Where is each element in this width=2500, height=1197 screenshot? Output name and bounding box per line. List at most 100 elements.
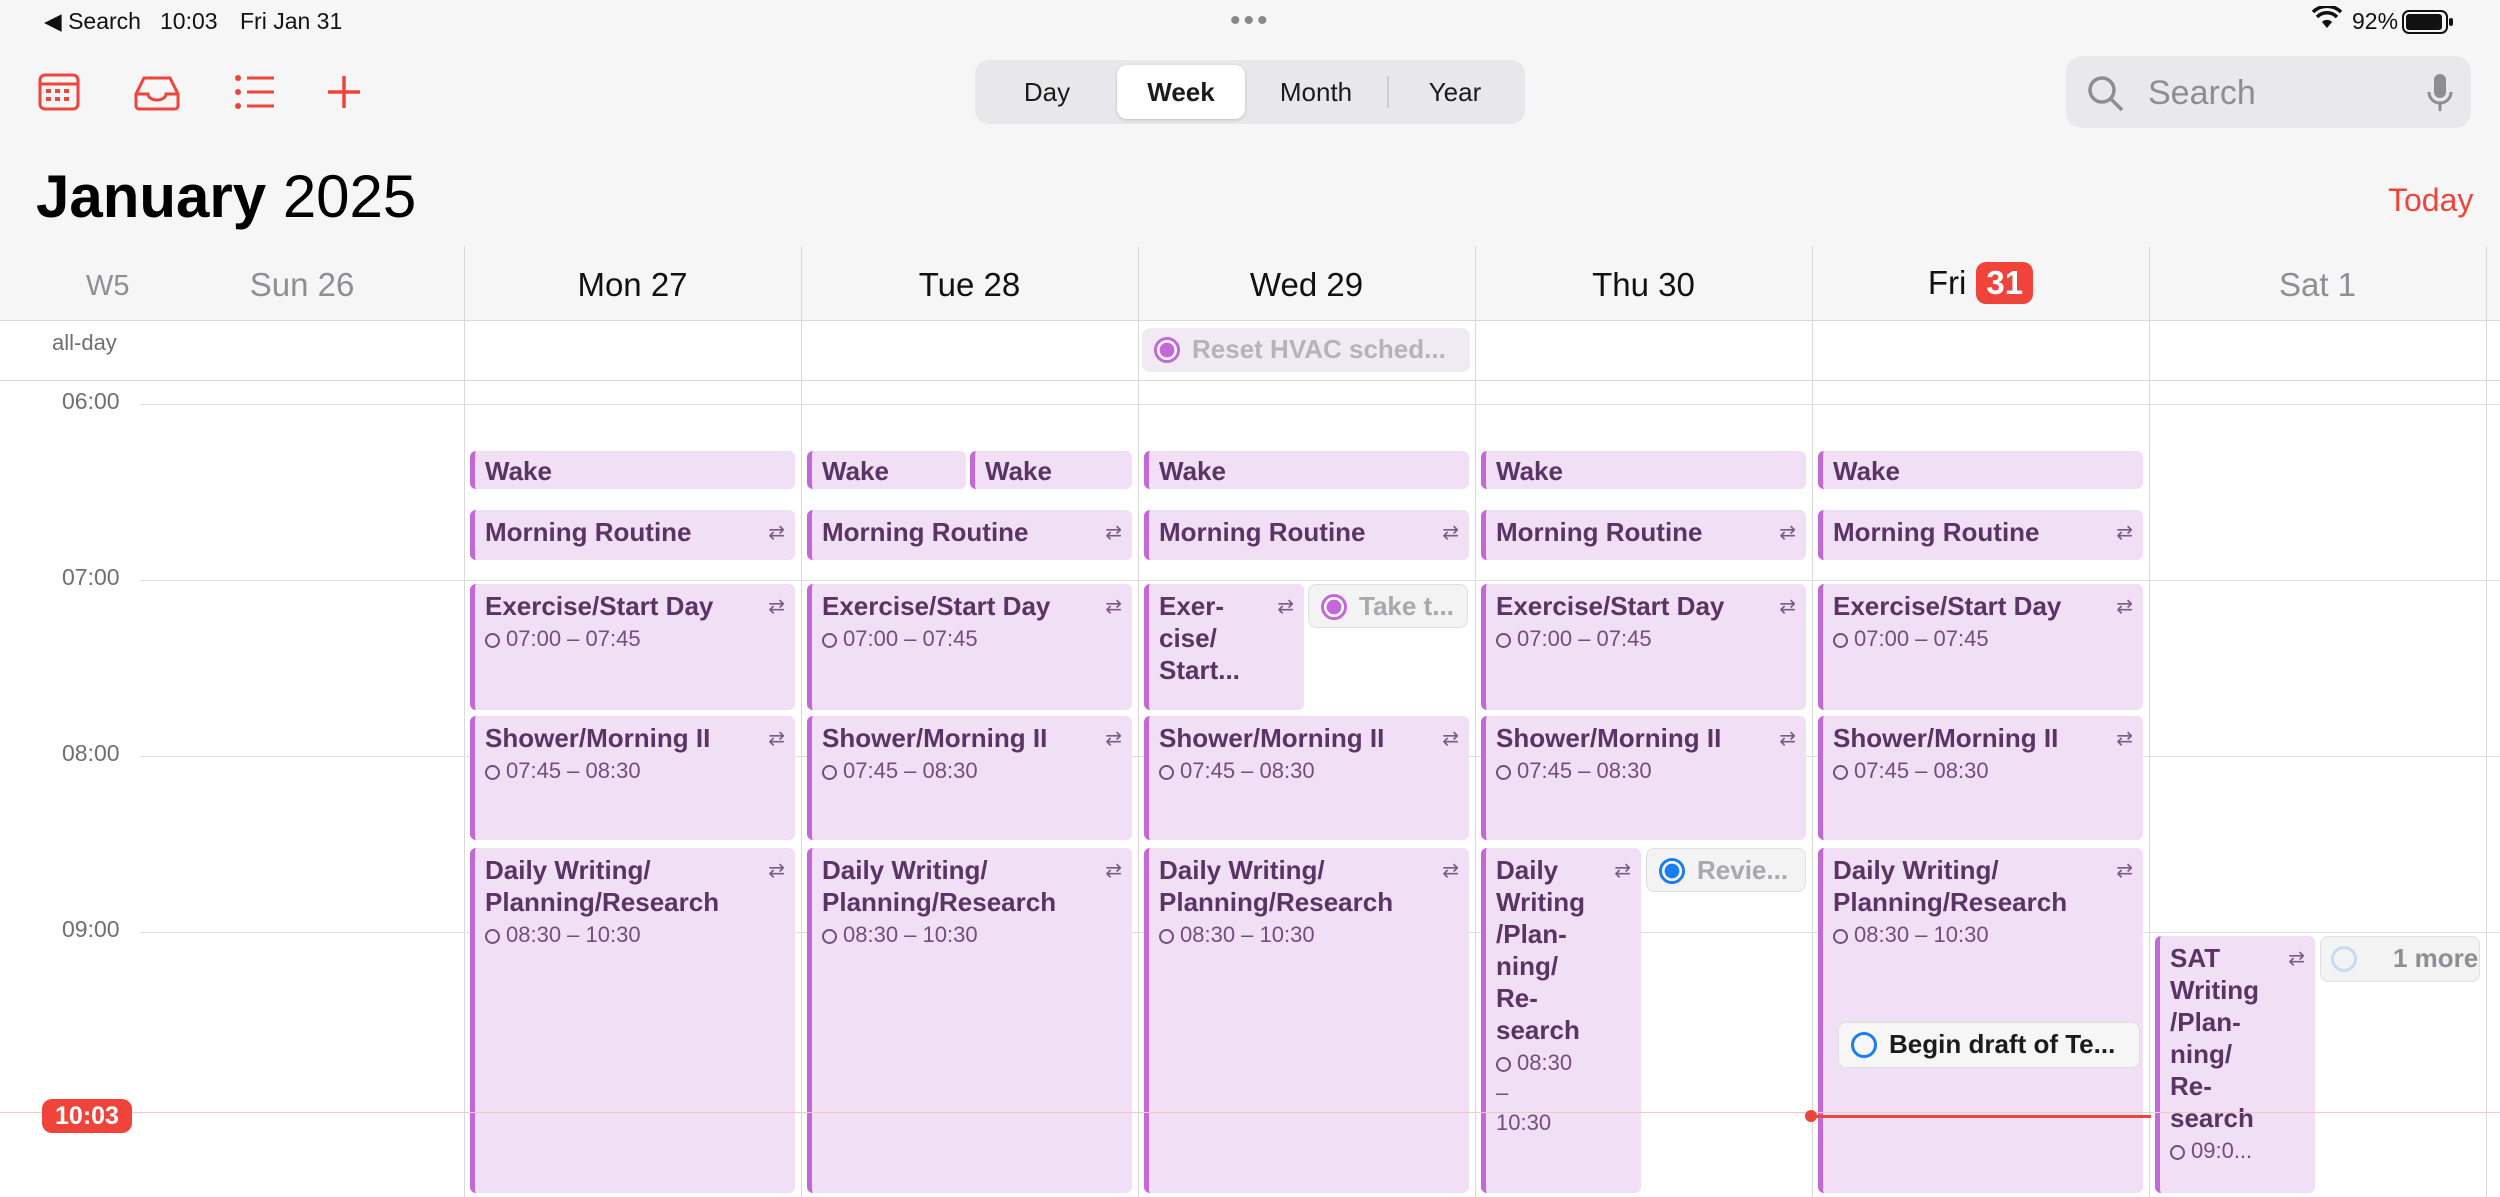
repeat-icon: ⇄	[2288, 948, 2305, 970]
day-header-wed[interactable]: Wed 29	[1138, 266, 1475, 304]
task-checkbox-icon[interactable]	[1851, 1032, 1877, 1058]
event-shower-thu[interactable]: Shower/Morning II 07:45 – 08:30 ⇄	[1481, 716, 1806, 840]
task-title: Revie...	[1697, 855, 1789, 885]
event-title: Exercise/Start Day	[822, 591, 1051, 621]
event-shower-fri[interactable]: Shower/Morning II 07:45 – 08:30 ⇄	[1818, 716, 2143, 840]
event-shower-wed[interactable]: Shower/Morning II 07:45 – 08:30 ⇄	[1144, 716, 1469, 840]
event-time: 08:30 – 10:30	[485, 920, 785, 950]
search-icon	[2086, 74, 2126, 119]
event-title: Daily Writing/ Planning/Research	[485, 855, 720, 917]
column-divider	[2149, 246, 2150, 1197]
search-input[interactable]: Search	[2148, 74, 2256, 113]
hour-line	[140, 580, 2500, 581]
repeat-icon: ⇄	[1442, 522, 1459, 544]
day-header-thu[interactable]: Thu 30	[1475, 266, 1812, 304]
microphone-icon[interactable]	[2426, 72, 2454, 119]
column-divider	[464, 246, 465, 1197]
event-writing-fri[interactable]: Daily Writing/ Planning/Research 08:30 – …	[1818, 848, 2143, 1193]
repeat-icon: ⇄	[2116, 728, 2133, 750]
event-sat-writing[interactable]: SAT Writing /Plan- ning/ Re- search 09:0.…	[2155, 936, 2315, 1193]
event-morning-fri[interactable]: Morning Routine ⇄	[1818, 510, 2143, 560]
day-header-tue[interactable]: Tue 28	[801, 266, 1138, 304]
repeat-icon: ⇄	[1277, 596, 1294, 618]
event-writing-thu[interactable]: Daily Writing /Plan- ning/ Re- search 08:…	[1481, 848, 1641, 1193]
current-time-badge: 10:03	[42, 1099, 132, 1133]
search-field[interactable]: Search	[2066, 56, 2471, 128]
repeat-icon: ⇄	[2116, 522, 2133, 544]
event-wake-fri[interactable]: Wake	[1818, 451, 2143, 489]
task-checkbox-icon[interactable]	[1154, 337, 1180, 363]
task-checkbox-icon[interactable]	[1659, 858, 1685, 884]
event-wake-tue-2[interactable]: Wake	[970, 451, 1132, 489]
multitask-dots-icon[interactable]: •••	[1230, 4, 1271, 38]
repeat-icon: ⇄	[1779, 728, 1796, 750]
title-month: January	[36, 163, 267, 230]
event-time: 07:45 – 08:30	[485, 756, 785, 786]
repeat-icon: ⇄	[1442, 860, 1459, 882]
repeat-icon: ⇄	[2116, 860, 2133, 882]
event-writing-tue[interactable]: Daily Writing/ Planning/Research 08:30 – …	[807, 848, 1132, 1193]
list-icon[interactable]	[232, 68, 280, 116]
event-time: 07:00 – 07:45	[1833, 624, 2133, 654]
day-header-mon[interactable]: Mon 27	[464, 266, 801, 304]
event-exercise-fri[interactable]: Exercise/Start Day 07:00 – 07:45 ⇄	[1818, 584, 2143, 710]
allday-task[interactable]: Reset HVAC sched...	[1142, 328, 1470, 372]
page-title: January 2025	[36, 162, 416, 231]
task-thu[interactable]: Revie...	[1646, 848, 1806, 892]
event-title: Exer- cise/ Start...	[1159, 591, 1240, 685]
event-shower-tue[interactable]: Shower/Morning II 07:45 – 08:30 ⇄	[807, 716, 1132, 840]
event-shower-mon[interactable]: Shower/Morning II 07:45 – 08:30 ⇄	[470, 716, 795, 840]
event-morning-thu[interactable]: Morning Routine ⇄	[1481, 510, 1806, 560]
event-title: Wake	[1496, 456, 1563, 486]
event-wake-thu[interactable]: Wake	[1481, 451, 1806, 489]
inbox-icon[interactable]	[132, 68, 180, 116]
event-morning-mon[interactable]: Morning Routine ⇄	[470, 510, 795, 560]
task-checkbox-icon[interactable]	[1321, 594, 1347, 620]
event-morning-tue[interactable]: Morning Routine ⇄	[807, 510, 1132, 560]
task-checkbox-icon[interactable]	[2331, 946, 2357, 972]
event-wake-wed[interactable]: Wake	[1144, 451, 1469, 489]
event-wake-tue[interactable]: Wake	[807, 451, 966, 489]
status-date: Fri Jan 31	[240, 8, 343, 34]
hour-label: 07:00	[62, 564, 120, 590]
repeat-icon: ⇄	[1442, 728, 1459, 750]
task-wed[interactable]: Take t...	[1308, 584, 1468, 628]
current-time-dot	[1805, 1110, 1817, 1122]
plus-icon[interactable]	[320, 68, 368, 116]
repeat-icon: ⇄	[1779, 522, 1796, 544]
day-header-sun[interactable]: Sun 26	[140, 266, 464, 304]
today-button[interactable]: Today	[2388, 182, 2473, 219]
event-exercise-wed[interactable]: Exer- cise/ Start... ⇄	[1144, 584, 1304, 710]
task-sat-more[interactable]: 1 more	[2320, 936, 2480, 982]
event-time: 07:00 – 07:45	[822, 624, 1122, 654]
day-header-fri[interactable]: Fri 31	[1812, 262, 2149, 304]
tab-month[interactable]: Month	[1252, 65, 1380, 119]
event-time: 08:30 – 10:30	[1496, 1048, 1631, 1138]
event-exercise-thu[interactable]: Exercise/Start Day 07:00 – 07:45 ⇄	[1481, 584, 1806, 710]
event-exercise-mon[interactable]: Exercise/Start Day 07:00 – 07:45 ⇄	[470, 584, 795, 710]
view-switcher: Day Week Month Year	[975, 60, 1525, 124]
event-title: Wake	[985, 456, 1052, 486]
event-writing-mon[interactable]: Daily Writing/ Planning/Research 08:30 – …	[470, 848, 795, 1193]
event-title: Shower/Morning II	[485, 723, 711, 753]
event-title: Daily Writing/ Planning/Research	[1833, 855, 2068, 917]
back-to-search[interactable]: ◀ Search	[44, 8, 141, 35]
event-title: Exercise/Start Day	[1496, 591, 1725, 621]
event-wake-mon[interactable]: Wake	[470, 451, 795, 489]
event-title: Shower/Morning II	[1496, 723, 1722, 753]
tab-day[interactable]: Day	[983, 65, 1111, 119]
event-title: Daily Writing /Plan- ning/ Re- search	[1496, 855, 1586, 1045]
title-year: 2025	[282, 163, 417, 230]
event-exercise-tue[interactable]: Exercise/Start Day 07:00 – 07:45 ⇄	[807, 584, 1132, 710]
event-morning-wed[interactable]: Morning Routine ⇄	[1144, 510, 1469, 560]
event-writing-wed[interactable]: Daily Writing/ Planning/Research 08:30 – …	[1144, 848, 1469, 1193]
task-title: Begin draft of Te...	[1889, 1029, 2116, 1059]
tab-week[interactable]: Week	[1117, 65, 1245, 119]
tab-year[interactable]: Year	[1391, 65, 1519, 119]
column-divider	[801, 246, 802, 1197]
day-header-sat[interactable]: Sat 1	[2149, 266, 2486, 304]
event-title: Shower/Morning II	[822, 723, 1048, 753]
task-fri[interactable]: Begin draft of Te...	[1838, 1022, 2140, 1068]
current-time-line	[1811, 1115, 2151, 1118]
calendar-icon[interactable]	[36, 68, 84, 116]
